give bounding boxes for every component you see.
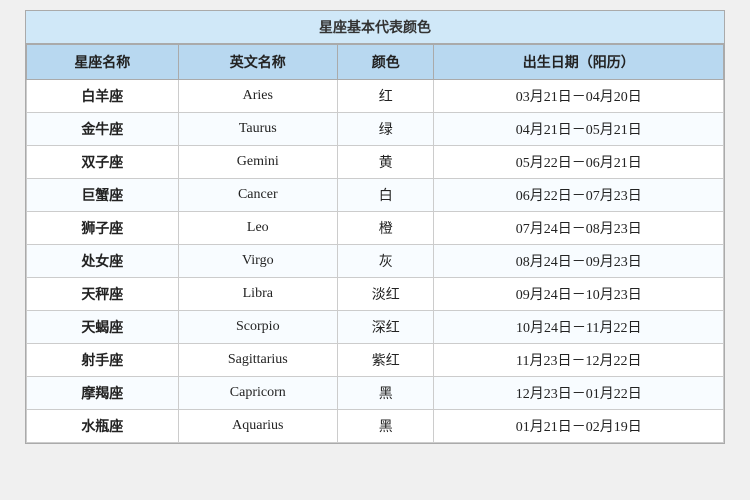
table-row: 双子座Gemini黄05月22日－06月21日 xyxy=(27,146,724,179)
header-english-name: 英文名称 xyxy=(178,45,337,80)
cell-english-name: Scorpio xyxy=(178,311,337,344)
zodiac-table: 星座名称 英文名称 颜色 出生日期（阳历） 白羊座Aries红03月21日－04… xyxy=(26,44,724,443)
cell-chinese-name: 巨蟹座 xyxy=(27,179,179,212)
table-row: 处女座Virgo灰08月24日－09月23日 xyxy=(27,245,724,278)
table-header-row: 星座名称 英文名称 颜色 出生日期（阳历） xyxy=(27,45,724,80)
cell-chinese-name: 射手座 xyxy=(27,344,179,377)
cell-dates: 12月23日－01月22日 xyxy=(434,377,724,410)
cell-english-name: Gemini xyxy=(178,146,337,179)
cell-color: 黑 xyxy=(337,410,434,443)
cell-dates: 07月24日－08月23日 xyxy=(434,212,724,245)
table-row: 摩羯座Capricorn黑12月23日－01月22日 xyxy=(27,377,724,410)
cell-dates: 03月21日－04月20日 xyxy=(434,80,724,113)
cell-color: 白 xyxy=(337,179,434,212)
cell-english-name: Libra xyxy=(178,278,337,311)
cell-color: 橙 xyxy=(337,212,434,245)
main-container: 星座基本代表颜色 星座名称 英文名称 颜色 出生日期（阳历） 白羊座Aries红… xyxy=(25,10,725,444)
cell-english-name: Taurus xyxy=(178,113,337,146)
cell-color: 黄 xyxy=(337,146,434,179)
cell-chinese-name: 狮子座 xyxy=(27,212,179,245)
cell-dates: 11月23日－12月22日 xyxy=(434,344,724,377)
cell-dates: 05月22日－06月21日 xyxy=(434,146,724,179)
cell-chinese-name: 摩羯座 xyxy=(27,377,179,410)
cell-color: 灰 xyxy=(337,245,434,278)
header-chinese-name: 星座名称 xyxy=(27,45,179,80)
cell-english-name: Virgo xyxy=(178,245,337,278)
table-row: 巨蟹座Cancer白06月22日－07月23日 xyxy=(27,179,724,212)
cell-chinese-name: 天蝎座 xyxy=(27,311,179,344)
cell-dates: 08月24日－09月23日 xyxy=(434,245,724,278)
cell-dates: 09月24日－10月23日 xyxy=(434,278,724,311)
header-dates: 出生日期（阳历） xyxy=(434,45,724,80)
table-row: 天蝎座Scorpio深红10月24日－11月22日 xyxy=(27,311,724,344)
cell-color: 淡红 xyxy=(337,278,434,311)
cell-dates: 01月21日－02月19日 xyxy=(434,410,724,443)
table-row: 狮子座Leo橙07月24日－08月23日 xyxy=(27,212,724,245)
cell-dates: 04月21日－05月21日 xyxy=(434,113,724,146)
table-row: 天秤座Libra淡红09月24日－10月23日 xyxy=(27,278,724,311)
cell-english-name: Leo xyxy=(178,212,337,245)
table-title: 星座基本代表颜色 xyxy=(26,11,724,44)
cell-english-name: Aries xyxy=(178,80,337,113)
cell-dates: 10月24日－11月22日 xyxy=(434,311,724,344)
table-row: 金牛座Taurus绿04月21日－05月21日 xyxy=(27,113,724,146)
cell-chinese-name: 金牛座 xyxy=(27,113,179,146)
cell-english-name: Cancer xyxy=(178,179,337,212)
cell-color: 红 xyxy=(337,80,434,113)
header-color: 颜色 xyxy=(337,45,434,80)
cell-color: 绿 xyxy=(337,113,434,146)
table-row: 射手座Sagittarius紫红11月23日－12月22日 xyxy=(27,344,724,377)
cell-chinese-name: 处女座 xyxy=(27,245,179,278)
cell-dates: 06月22日－07月23日 xyxy=(434,179,724,212)
cell-chinese-name: 水瓶座 xyxy=(27,410,179,443)
cell-chinese-name: 天秤座 xyxy=(27,278,179,311)
cell-color: 深红 xyxy=(337,311,434,344)
cell-english-name: Capricorn xyxy=(178,377,337,410)
cell-english-name: Aquarius xyxy=(178,410,337,443)
cell-chinese-name: 双子座 xyxy=(27,146,179,179)
cell-color: 黑 xyxy=(337,377,434,410)
cell-english-name: Sagittarius xyxy=(178,344,337,377)
cell-color: 紫红 xyxy=(337,344,434,377)
table-row: 水瓶座Aquarius黑01月21日－02月19日 xyxy=(27,410,724,443)
cell-chinese-name: 白羊座 xyxy=(27,80,179,113)
table-row: 白羊座Aries红03月21日－04月20日 xyxy=(27,80,724,113)
